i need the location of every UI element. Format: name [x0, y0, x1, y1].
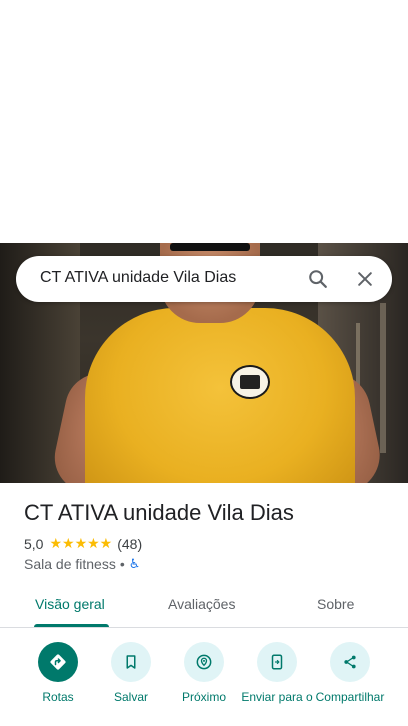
- tab-overview[interactable]: Visão geral: [35, 596, 105, 612]
- nearby-label: Próximo: [181, 690, 226, 704]
- share-button[interactable]: Compartilhar: [313, 642, 387, 704]
- directions-label: Rotas: [42, 690, 74, 704]
- directions-icon: [38, 642, 78, 682]
- share-icon: [330, 642, 370, 682]
- shirt-logo: [230, 365, 270, 399]
- place-category: Sala de fitness: [24, 556, 116, 572]
- search-bar[interactable]: CT ATIVA unidade Vila Dias: [16, 256, 392, 302]
- save-button[interactable]: Salvar: [94, 642, 168, 704]
- search-icon: [309, 270, 327, 288]
- rating-row[interactable]: 5,0 ★★★★★ (48): [24, 536, 142, 552]
- nearby-button[interactable]: Próximo: [167, 642, 241, 704]
- yellow-shirt: [85, 308, 355, 483]
- star-rating-icon: ★★★★★: [49, 536, 113, 552]
- glasses: [170, 243, 250, 251]
- wheelchair-accessible-icon: ♿: [128, 556, 141, 572]
- review-count: (48): [117, 536, 143, 552]
- close-icon: [358, 272, 372, 286]
- separator-dot: •: [119, 556, 125, 572]
- nearby-icon: [184, 642, 224, 682]
- bookmark-icon: [111, 642, 151, 682]
- category-row: Sala de fitness • ♿: [24, 556, 140, 572]
- search-query-text[interactable]: CT ATIVA unidade Vila Dias: [40, 269, 236, 287]
- place-title: CT ATIVA unidade Vila Dias: [24, 500, 294, 525]
- clear-search-button[interactable]: [349, 263, 381, 295]
- save-label: Salvar: [113, 690, 148, 704]
- active-tab-indicator: [34, 624, 109, 627]
- tab-reviews[interactable]: Avaliações: [168, 596, 235, 612]
- search-button[interactable]: [302, 263, 334, 295]
- place-tabs: Visão geral Avaliações Sobre: [0, 584, 408, 628]
- share-label: Compartilhar: [315, 690, 385, 704]
- send-to-phone-button[interactable]: Enviar para o: [240, 642, 314, 704]
- action-bar: Rotas Salvar Próximo Enviar para o Compa…: [0, 640, 408, 726]
- send-to-phone-icon: [257, 642, 297, 682]
- directions-button[interactable]: Rotas: [21, 642, 95, 704]
- gym-rack: [380, 303, 386, 453]
- send-to-phone-label: Enviar para o: [241, 690, 313, 704]
- map-area-blank: [0, 0, 408, 243]
- tab-about[interactable]: Sobre: [317, 596, 354, 612]
- rating-value: 5,0: [24, 536, 44, 552]
